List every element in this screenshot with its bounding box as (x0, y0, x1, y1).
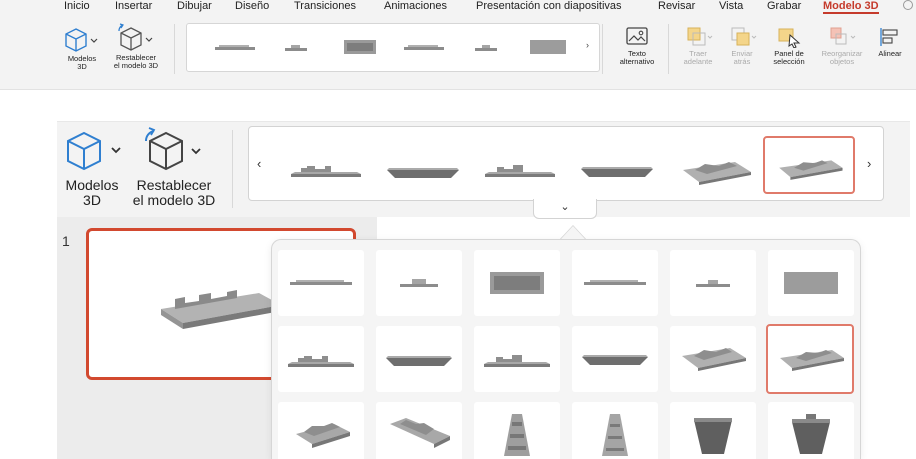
view-option[interactable] (474, 402, 560, 459)
gallery-next-arrow-small[interactable]: › (586, 40, 589, 50)
bring-forward-icon (687, 27, 713, 46)
view-thumbnail[interactable] (402, 40, 446, 56)
help-icon[interactable] (903, 0, 913, 10)
view-thumbnail (386, 356, 452, 366)
gallery-next-arrow[interactable]: › (867, 156, 871, 171)
view-thumbnail[interactable] (475, 136, 567, 194)
menu-modelo-3d[interactable]: Modelo 3D (823, 0, 879, 14)
view-option[interactable] (768, 402, 854, 459)
toolbar-separator (174, 24, 175, 74)
toolbar-separator (232, 130, 233, 208)
menu-diseno[interactable]: Diseño (235, 0, 269, 12)
view-thumbnail-selected[interactable] (763, 136, 855, 194)
view-option[interactable] (474, 326, 560, 392)
menu-inicio[interactable]: Inicio (64, 0, 90, 12)
view-thumbnail (504, 414, 530, 456)
menu-presentacion[interactable]: Presentación con diapositivas (476, 0, 622, 12)
menu-insertar[interactable]: Insertar (115, 0, 152, 12)
reorder-objects-button[interactable]: Reorganizar objetos (814, 26, 870, 66)
reset-cube-icon (118, 23, 153, 51)
view-option[interactable] (670, 402, 756, 459)
view-option[interactable] (376, 326, 462, 392)
view-thumbnail (490, 272, 544, 294)
view-thumbnail (780, 350, 844, 371)
gallery-expand-button[interactable]: ⌄ (533, 199, 597, 219)
toolbar-separator (602, 24, 603, 74)
menu-revisar[interactable]: Revisar (658, 0, 695, 12)
cube-icon (67, 131, 121, 171)
selection-pane-icon (778, 28, 801, 49)
view-option[interactable] (376, 402, 462, 459)
menu-bar: Inicio Insertar Dibujar Diseño Transicio… (0, 0, 916, 16)
models-3d-button[interactable]: Modelos 3D (60, 25, 104, 71)
view-option[interactable] (278, 402, 364, 459)
view-thumbnail (484, 355, 550, 367)
reorder-icon (830, 27, 856, 45)
view-option[interactable] (572, 326, 658, 392)
view-option[interactable] (278, 250, 364, 316)
bring-forward-button[interactable]: Traer adelante (676, 26, 720, 66)
view-thumbnail (296, 423, 350, 448)
slide-number: 1 (62, 233, 70, 249)
view-thumbnail (784, 272, 838, 294)
view-thumbnail[interactable] (343, 38, 377, 56)
view-thumbnail[interactable] (281, 40, 311, 56)
toolbar-separator (668, 24, 669, 74)
cube-icon (65, 28, 98, 52)
view-thumbnail[interactable] (281, 136, 373, 194)
view-thumbnail[interactable] (529, 38, 567, 56)
view-thumbnail (792, 414, 830, 454)
menu-grabar[interactable]: Grabar (767, 0, 801, 12)
view-thumbnail (582, 355, 648, 365)
models-3d-button-zoomed[interactable]: Modelos 3D (60, 129, 124, 208)
reset-model-button-zoomed[interactable]: Restablecer el modelo 3D (126, 125, 222, 208)
view-thumbnail (584, 280, 646, 285)
menu-transiciones[interactable]: Transiciones (294, 0, 356, 12)
view-thumbnail (390, 418, 450, 448)
menu-animaciones[interactable]: Animaciones (384, 0, 447, 12)
view-thumbnail (682, 348, 746, 371)
menu-dibujar[interactable]: Dibujar (177, 0, 212, 12)
model-views-gallery-small[interactable] (186, 23, 600, 72)
view-thumbnail (400, 279, 438, 287)
selection-pane-button[interactable]: Panel de selección (764, 26, 814, 66)
view-option-selected[interactable] (766, 324, 854, 394)
send-backward-button[interactable]: Enviar atrás (720, 26, 764, 66)
dropdown-caret (561, 226, 585, 239)
view-option[interactable] (572, 402, 658, 459)
view-thumbnail (290, 280, 352, 285)
align-icon (880, 28, 898, 46)
view-option[interactable] (474, 250, 560, 316)
view-option[interactable] (376, 250, 462, 316)
view-thumbnail[interactable] (571, 136, 663, 194)
view-thumbnail[interactable] (213, 40, 257, 56)
view-thumbnail[interactable] (377, 136, 469, 194)
view-option[interactable] (670, 250, 756, 316)
view-option[interactable] (768, 250, 854, 316)
reset-model-button[interactable]: Restablecer el modelo 3D (106, 22, 166, 70)
alt-text-button[interactable]: Texto alternativo (610, 26, 664, 66)
model-views-gallery[interactable]: ‹ › (248, 126, 884, 201)
view-thumbnail[interactable] (669, 136, 761, 194)
views-dropdown-gallery (271, 239, 861, 459)
view-thumbnail (696, 280, 730, 287)
view-option[interactable] (278, 326, 364, 392)
alt-text-icon (626, 27, 648, 45)
view-option[interactable] (572, 250, 658, 316)
view-thumbnail (602, 414, 628, 456)
view-thumbnail (694, 418, 732, 454)
view-thumbnail (288, 356, 354, 367)
gallery-prev-arrow[interactable]: ‹ (257, 156, 261, 171)
align-button[interactable]: Alinear (872, 26, 908, 58)
menu-vista[interactable]: Vista (719, 0, 743, 12)
view-option[interactable] (670, 326, 756, 392)
send-backward-icon (731, 27, 757, 46)
reset-cube-icon (144, 127, 201, 171)
view-thumbnail[interactable] (472, 40, 500, 56)
